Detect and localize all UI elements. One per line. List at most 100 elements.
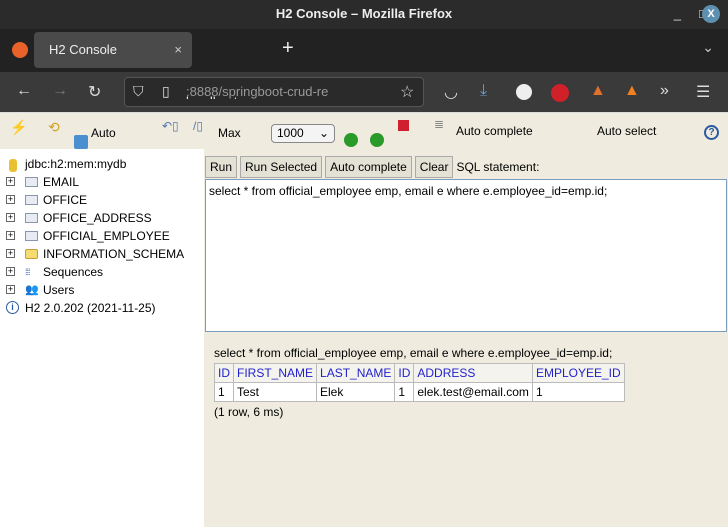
- run-icon[interactable]: [344, 133, 358, 147]
- commit-icon[interactable]: /▯: [193, 119, 203, 133]
- sql-editor[interactable]: select * from official_employee emp, ema…: [205, 179, 727, 332]
- run-selected-button[interactable]: Run Selected: [240, 155, 323, 178]
- table-icon: [25, 213, 38, 223]
- help-icon[interactable]: ?: [704, 125, 719, 140]
- max-rows-label: Max: [218, 126, 241, 140]
- schema-tree: jdbc:h2:mem:mydb + EMAIL + OFFICE + OFFICE_…: [0, 149, 204, 527]
- tree-item-label: Sequences: [43, 265, 104, 279]
- download-icon[interactable]: ⤓: [480, 82, 487, 100]
- max-rows-select[interactable]: 1000 ⌄: [271, 124, 335, 143]
- auto-commit-checkbox[interactable]: [74, 135, 88, 149]
- url-host: localhost: [186, 94, 237, 99]
- tree-item-sequences[interactable]: + ⁞⁞⁞ Sequences: [0, 263, 204, 281]
- header-row: ID FIRST_NAME LAST_NAME ID ADDRESS EMPLO…: [214, 363, 625, 383]
- column-header[interactable]: EMPLOYEE_ID: [531, 363, 625, 383]
- table-icon: [25, 177, 38, 187]
- result-table: ID FIRST_NAME LAST_NAME ID ADDRESS EMPLO…: [214, 363, 625, 402]
- expand-icon[interactable]: +: [6, 177, 15, 186]
- expand-icon[interactable]: +: [6, 249, 15, 258]
- disconnect-icon[interactable]: ⚡: [10, 119, 27, 136]
- expand-icon[interactable]: +: [6, 231, 15, 240]
- sequence-icon: ⁞⁞⁞: [25, 267, 31, 277]
- tab-list-chevron-icon[interactable]: ⌄: [702, 39, 714, 56]
- auto-complete-button[interactable]: Auto complete: [325, 155, 412, 178]
- expand-icon[interactable]: +: [6, 267, 15, 276]
- version-info: i H2 2.0.202 (2021-11-25): [0, 299, 204, 317]
- table-icon: [25, 231, 38, 241]
- tree-item-label: EMAIL: [43, 175, 80, 189]
- table-cell: 1: [531, 382, 625, 402]
- connection-label: jdbc:h2:mem:mydb: [25, 157, 127, 171]
- minimize-button[interactable]: _: [674, 0, 681, 29]
- shield-icon[interactable]: ⛉: [133, 83, 144, 100]
- connection-node[interactable]: jdbc:h2:mem:mydb: [0, 155, 204, 173]
- column-header[interactable]: LAST_NAME: [316, 363, 396, 383]
- users-icon: 👥: [25, 284, 39, 296]
- tree-item-label: OFFICE: [43, 193, 87, 207]
- result-summary: (1 row, 6 ms): [214, 405, 284, 419]
- tab-label: H2 Console: [49, 42, 117, 57]
- tree-item-information-schema[interactable]: + INFORMATION_SCHEMA: [0, 245, 204, 263]
- close-tab-icon[interactable]: ×: [174, 32, 182, 68]
- result-area: select * from official_employee emp, ema…: [204, 332, 728, 419]
- auto-commit-label: Auto: [91, 126, 116, 140]
- firefox-icon[interactable]: [12, 42, 28, 58]
- query-panel: Run Run Selected Auto complete Clear SQL…: [204, 149, 728, 527]
- new-tab-button[interactable]: +: [282, 37, 294, 60]
- reload-icon[interactable]: ↻: [88, 82, 101, 102]
- forward-icon[interactable]: →: [52, 82, 68, 100]
- tab-h2-console[interactable]: H2 Console ×: [34, 32, 192, 68]
- back-icon[interactable]: ←: [16, 82, 32, 100]
- stop-icon[interactable]: [398, 120, 409, 131]
- expand-icon[interactable]: +: [6, 213, 15, 222]
- tree-item-office-address[interactable]: + OFFICE_ADDRESS: [0, 209, 204, 227]
- menu-icon[interactable]: ☰: [696, 82, 710, 102]
- auto-select-label: Auto select: [597, 124, 657, 138]
- column-header[interactable]: ID: [394, 363, 415, 383]
- tree-item-office[interactable]: + OFFICE: [0, 191, 204, 209]
- tree-item-official-employee[interactable]: + OFFICIAL_EMPLOYEE: [0, 227, 204, 245]
- page-icon: ▯: [162, 83, 170, 99]
- table-cell: Elek: [316, 382, 396, 402]
- window-titlebar: H2 Console – Mozilla Firefox _ □ X: [0, 0, 728, 29]
- bookmark-star-icon[interactable]: ☆: [400, 82, 414, 102]
- h2-toolbar: ⚡ ⟲ Auto ↶▯ /▯ Max 1000 ⌄ ≣ Auto complete…: [0, 112, 728, 149]
- clear-button[interactable]: Clear: [414, 155, 454, 178]
- vlc-icon[interactable]: ▲: [624, 82, 640, 100]
- adblock-icon[interactable]: [551, 84, 569, 102]
- tree-item-label: INFORMATION_SCHEMA: [43, 247, 185, 261]
- tree-item-email[interactable]: + EMAIL: [0, 173, 204, 191]
- max-rows-value: 1000: [277, 126, 304, 140]
- info-icon: i: [6, 301, 19, 314]
- auto-complete-label: Auto complete: [456, 124, 533, 138]
- result-statement: select * from official_employee emp, ema…: [214, 346, 613, 360]
- run-selected-icon[interactable]: [370, 133, 384, 147]
- close-window-button[interactable]: X: [702, 5, 720, 23]
- version-label: H2 2.0.202 (2021-11-25): [25, 301, 156, 315]
- overflow-icon[interactable]: »: [660, 82, 669, 100]
- refresh-icon[interactable]: ⟲: [48, 119, 60, 136]
- table-icon: [25, 195, 38, 205]
- table-cell: elek.test@email.com: [413, 382, 533, 402]
- expand-icon[interactable]: +: [6, 195, 15, 204]
- expand-icon[interactable]: +: [6, 285, 15, 294]
- auto-complete-icon: ≣: [434, 117, 445, 131]
- url-text[interactable]: localhost:8888/springboot-crud-re: [186, 84, 366, 99]
- column-header[interactable]: FIRST_NAME: [232, 363, 318, 383]
- extension-s-icon[interactable]: [516, 84, 532, 100]
- column-header[interactable]: ID: [214, 363, 234, 383]
- folder-icon: [25, 249, 38, 259]
- run-button[interactable]: Run: [205, 155, 238, 178]
- table-cell: Test: [232, 382, 318, 402]
- tree-item-label: OFFICIAL_EMPLOYEE: [43, 229, 170, 243]
- table-cell: 1: [394, 382, 415, 402]
- sql-statement-label: SQL statement:: [456, 159, 540, 174]
- extension-icon[interactable]: ▲: [590, 82, 606, 100]
- tree-item-label: OFFICE_ADDRESS: [43, 211, 152, 225]
- nav-bar: ← → ↻ ⛉ ▯ localhost:8888/springboot-crud…: [0, 72, 728, 112]
- tree-item-users[interactable]: + 👥 Users: [0, 281, 204, 299]
- database-icon: [9, 159, 17, 172]
- column-header[interactable]: ADDRESS: [413, 363, 533, 383]
- rollback-icon[interactable]: ↶▯: [162, 119, 179, 133]
- pocket-icon[interactable]: ◡: [444, 82, 458, 102]
